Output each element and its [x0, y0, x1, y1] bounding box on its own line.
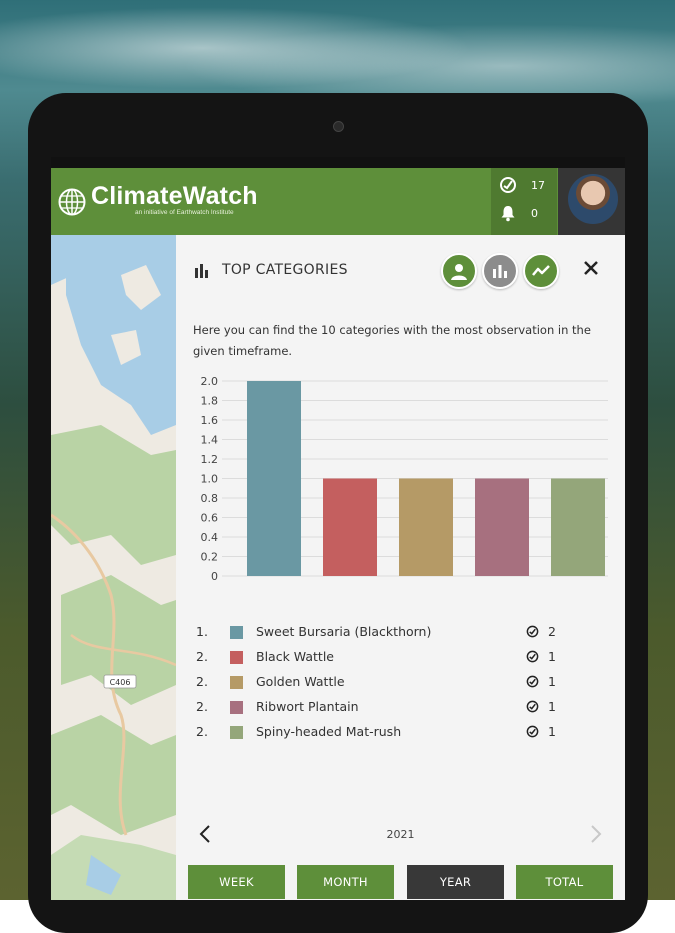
bar-4 [475, 478, 529, 576]
legend-swatch [230, 626, 243, 639]
observation-icon [526, 700, 539, 713]
observation-icon [500, 177, 516, 193]
legend-row[interactable]: 1. Sweet Bursaria (Blackthorn) 2 [176, 620, 625, 644]
timeframe-tabs: WEEK MONTH YEAR TOTAL [176, 862, 625, 900]
panel-description: Here you can find the 10 categories with… [193, 323, 591, 358]
y-tick-label: 0 [211, 570, 218, 583]
legend-rank: 2. [196, 699, 208, 714]
observations-counter[interactable]: 17 [499, 176, 545, 194]
y-tick-label: 0.8 [201, 492, 219, 505]
notifications-count: 0 [531, 206, 538, 220]
user-stats-button[interactable] [441, 253, 477, 289]
bell-icon [501, 206, 515, 222]
app-logo-subtitle: an initiative of Earthwatch Institute [135, 209, 234, 216]
road-label: C406 [110, 678, 131, 687]
legend-swatch [230, 676, 243, 689]
legend-row[interactable]: 2. Spiny-headed Mat-rush 1 [176, 720, 625, 744]
bar-2 [323, 478, 377, 576]
legend-row[interactable]: 2. Black Wattle 1 [176, 645, 625, 669]
tab-week[interactable]: WEEK [188, 865, 285, 899]
tab-total[interactable]: TOTAL [516, 865, 613, 899]
category-stats-button[interactable] [482, 253, 518, 289]
user-profile[interactable] [558, 168, 625, 235]
year-pager: 2021 [176, 820, 625, 850]
legend-name: Black Wattle [256, 649, 334, 664]
legend-count: 2 [548, 624, 556, 639]
legend-count: 1 [548, 649, 556, 664]
y-tick-label: 1.0 [201, 473, 219, 486]
header-counters[interactable]: 17 0 [491, 168, 557, 235]
y-tick-label: 1.6 [201, 414, 219, 427]
legend-name: Spiny-headed Mat-rush [256, 724, 402, 739]
bar-chart-icon [195, 264, 208, 278]
observation-icon [526, 650, 539, 663]
chevron-right-icon[interactable] [589, 824, 603, 844]
top-categories-panel: TOP CATEGORIES Here you can find the 10 … [176, 235, 625, 900]
panel-title: TOP CATEGORIES [222, 262, 348, 278]
user-icon [451, 264, 467, 280]
observations-count: 17 [531, 178, 545, 192]
legend-row[interactable]: 2. Golden Wattle 1 [176, 670, 625, 694]
y-tick-label: 1.2 [201, 453, 219, 466]
legend-name: Golden Wattle [256, 674, 345, 689]
avatar[interactable] [568, 174, 618, 224]
legend-swatch [230, 651, 243, 664]
trend-stats-button[interactable] [523, 253, 559, 289]
legend-name: Sweet Bursaria (Blackthorn) [256, 624, 432, 639]
map-view[interactable]: C406 [51, 235, 176, 900]
y-tick-label: 1.8 [201, 395, 219, 408]
observation-icon [526, 725, 539, 738]
panel-header: TOP CATEGORIES [176, 235, 625, 305]
legend-rank: 1. [196, 624, 208, 639]
trend-line-icon [532, 265, 550, 276]
y-tick-label: 0.6 [201, 512, 219, 525]
tab-year[interactable]: YEAR [407, 865, 504, 899]
legend-row[interactable]: 2. Ribwort Plantain 1 [176, 695, 625, 719]
app-screen: ClimateWatch an initiative of Earthwatch… [51, 157, 625, 900]
legend-rank: 2. [196, 724, 208, 739]
camera-dot [333, 121, 344, 132]
notifications-counter[interactable]: 0 [499, 204, 538, 222]
legend-rank: 2. [196, 649, 208, 664]
bar-1 [247, 381, 301, 576]
app-logo-text: ClimateWatch [91, 182, 258, 210]
legend-name: Ribwort Plantain [256, 699, 359, 714]
bar-chart-icon [493, 265, 507, 278]
observation-icon [526, 675, 539, 688]
map-canvas[interactable]: C406 [51, 235, 176, 900]
y-tick-label: 0.4 [201, 531, 219, 544]
legend-swatch [230, 726, 243, 739]
legend-swatch [230, 701, 243, 714]
y-tick-label: 0.2 [201, 551, 219, 564]
bar-3 [399, 478, 453, 576]
legend-count: 1 [548, 674, 556, 689]
bar-chart: 2.0 1.8 1.6 1.4 1.2 1.0 0.8 0.6 0.4 0.2 0 [201, 375, 608, 583]
current-year: 2021 [386, 828, 415, 841]
y-tick-label: 2.0 [201, 375, 219, 388]
bar-5 [551, 478, 605, 576]
status-bar [51, 157, 625, 168]
close-icon[interactable] [582, 259, 600, 277]
legend-rank: 2. [196, 674, 208, 689]
legend-count: 1 [548, 699, 556, 714]
observation-icon [526, 625, 539, 638]
globe-logo-icon [58, 188, 86, 216]
legend-count: 1 [548, 724, 556, 739]
top-categories-chart: 2.0 1.8 1.6 1.4 1.2 1.0 0.8 0.6 0.4 0.2 0 [176, 365, 625, 610]
tab-month[interactable]: MONTH [297, 865, 394, 899]
y-tick-label: 1.4 [201, 434, 219, 447]
